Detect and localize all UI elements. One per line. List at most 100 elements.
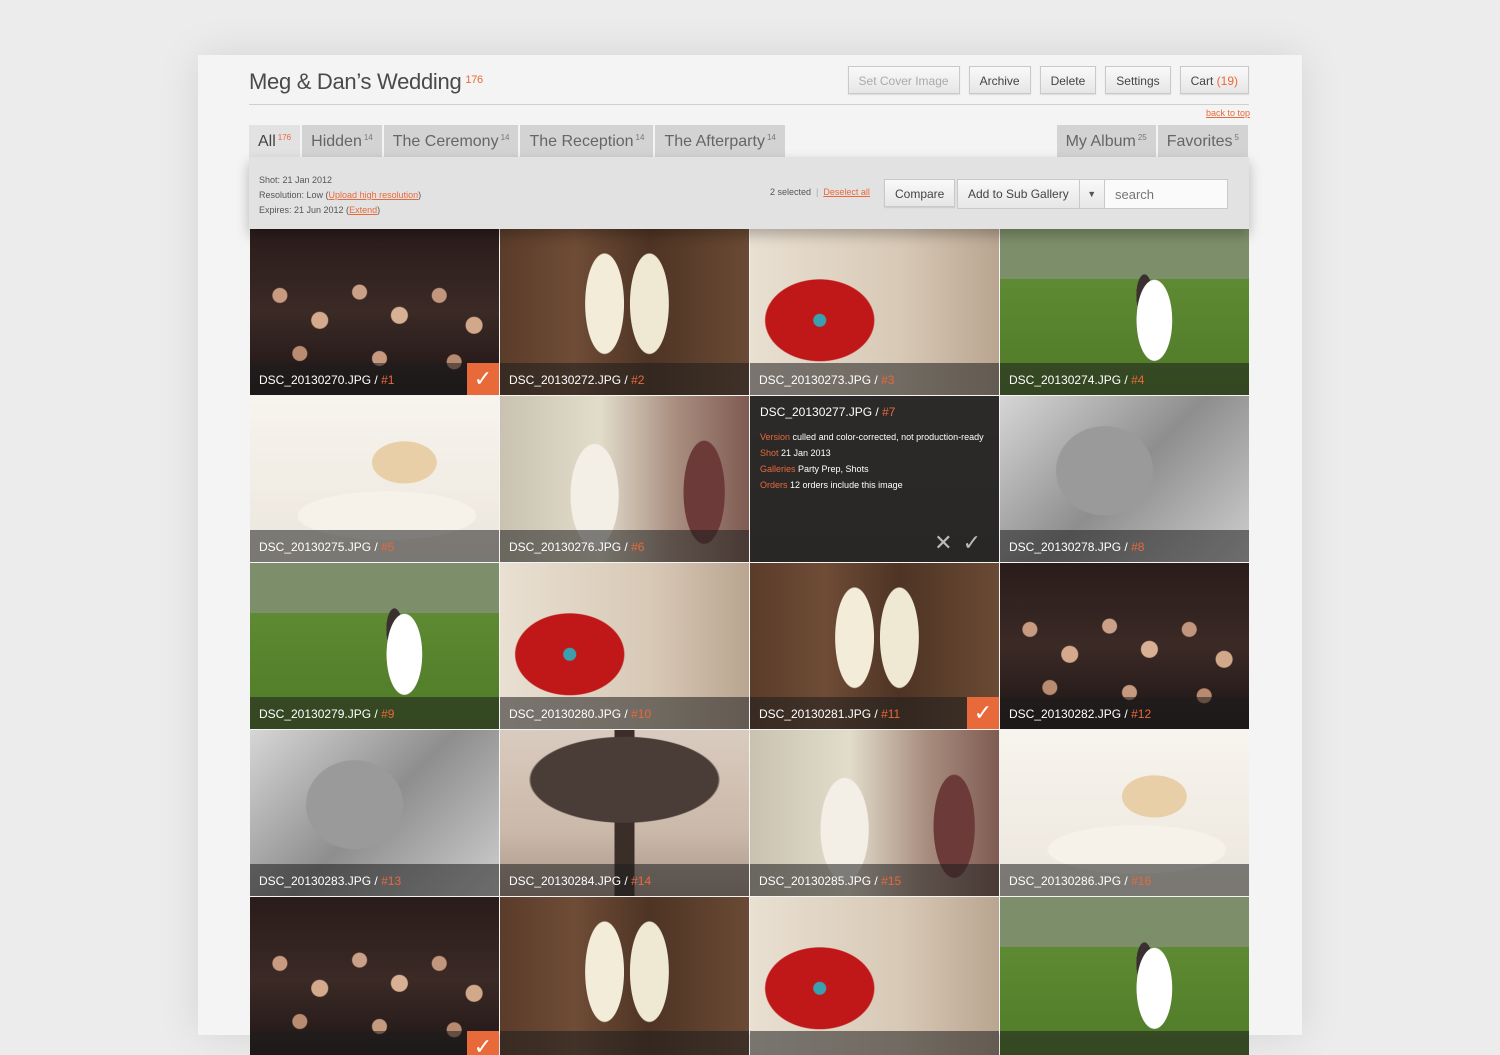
upload-high-resolution-link[interactable]: Upload high resolution — [329, 190, 419, 200]
photo-caption — [250, 1031, 499, 1055]
photo-caption: DSC_20130285.JPG / #15 — [750, 864, 999, 896]
tab-my-album[interactable]: My Album 25 — [1056, 125, 1156, 157]
photo-filename: DSC_20130282.JPG — [1009, 707, 1122, 721]
photo-tile[interactable]: DSC_20130278.JPG / #8 — [1000, 396, 1249, 562]
info-orders: Orders 12 orders include this image — [760, 480, 903, 490]
photo-number: #6 — [631, 540, 645, 554]
tab-the-afterparty[interactable]: The Afterparty 14 — [655, 125, 785, 157]
photo-tile[interactable] — [500, 897, 749, 1055]
checkmark-icon[interactable]: ✓ — [467, 1031, 499, 1055]
extend-link[interactable]: Extend — [349, 205, 377, 215]
photo-caption: DSC_20130272.JPG / #2 — [500, 363, 749, 395]
photo-filename: DSC_20130276.JPG — [509, 540, 622, 554]
photo-filename: DSC_20130275.JPG — [259, 540, 372, 554]
add-to-sub-gallery-dropdown[interactable]: Add to Sub Gallery ▼ — [957, 179, 1105, 209]
photo-filename: DSC_20130280.JPG — [509, 707, 622, 721]
tab-all[interactable]: All 176 — [249, 125, 301, 157]
photo-tile[interactable]: DSC_20130285.JPG / #15 — [750, 730, 999, 896]
photo-tile[interactable]: DSC_20130283.JPG / #13 — [250, 730, 499, 896]
photo-tile[interactable]: DSC_20130280.JPG / #10 — [500, 563, 749, 729]
compare-button[interactable]: Compare — [884, 179, 956, 207]
photo-filename: DSC_20130285.JPG — [759, 874, 872, 888]
photo-tile[interactable] — [750, 897, 999, 1055]
resolution-info: Resolution: Low (Upload high resolution) — [259, 190, 422, 200]
close-icon[interactable]: ✕ — [934, 530, 962, 555]
archive-button[interactable]: Archive — [968, 66, 1031, 94]
tab-label: Hidden — [311, 133, 362, 150]
page-title: Meg & Dan’s Wedding 176 — [249, 69, 483, 94]
photo-tile[interactable] — [1000, 897, 1249, 1055]
separator: | — [816, 187, 819, 197]
photo-tile[interactable]: DSC_20130282.JPG / #12 — [1000, 563, 1249, 729]
photo-caption — [500, 1031, 749, 1055]
tab-count: 5 — [1234, 133, 1239, 142]
back-to-top-link[interactable]: back to top — [1206, 108, 1250, 118]
search-input[interactable] — [1104, 179, 1228, 209]
photo-tile[interactable]: DSC_20130275.JPG / #5 — [250, 396, 499, 562]
title-count: 176 — [465, 74, 483, 86]
photo-number: #14 — [631, 874, 652, 888]
chevron-down-icon[interactable]: ▼ — [1078, 180, 1104, 208]
photo-filename: DSC_20130270.JPG — [259, 373, 372, 387]
cart-button[interactable]: Cart (19) — [1179, 66, 1249, 94]
selection-info: 2 selected | Deselect all — [770, 187, 870, 197]
tab-favorites[interactable]: Favorites 5 — [1157, 125, 1248, 157]
photo-tile[interactable]: DSC_20130286.JPG / #16 — [1000, 730, 1249, 896]
photo-caption — [750, 1031, 999, 1055]
expires-info: Expires: 21 Jun 2012 (Extend) — [259, 205, 381, 215]
photo-caption: DSC_20130283.JPG / #13 — [250, 864, 499, 896]
tab-count: 14 — [766, 133, 776, 142]
photo-filename: DSC_20130274.JPG — [1009, 373, 1122, 387]
photo-tile[interactable]: DSC_20130276.JPG / #6 — [500, 396, 749, 562]
photo-number: #9 — [381, 707, 395, 721]
photo-caption: DSC_20130270.JPG / #1 — [250, 363, 499, 395]
tab-count: 14 — [363, 133, 373, 142]
photo-caption: DSC_20130273.JPG / #3 — [750, 363, 999, 395]
photo-tile[interactable]: DSC_20130270.JPG / #1 ✓ — [250, 229, 499, 395]
checkmark-icon[interactable]: ✓ — [967, 697, 999, 729]
settings-button[interactable]: Settings — [1105, 66, 1171, 94]
checkmark-icon[interactable]: ✓ — [963, 530, 991, 555]
photo-caption: DSC_20130282.JPG / #12 — [1000, 697, 1249, 729]
tab-hidden[interactable]: Hidden 14 — [302, 125, 382, 157]
gallery-header: Meg & Dan’s Wedding 176 Set Cover Image A… — [249, 66, 1249, 105]
tab-label: My Album — [1065, 133, 1136, 150]
gallery-meta: Shot: 21 Jan 2012 Resolution: Low (Uploa… — [259, 173, 421, 218]
photo-tile[interactable]: DSC_20130273.JPG / #3 — [750, 229, 999, 395]
delete-button[interactable]: Delete — [1039, 66, 1097, 94]
gallery-page: Meg & Dan’s Wedding 176 Set Cover Image A… — [198, 55, 1302, 1055]
photo-tile[interactable]: DSC_20130284.JPG / #14 — [500, 730, 749, 896]
photo-number: #10 — [631, 707, 652, 721]
deselect-all-link[interactable]: Deselect all — [823, 187, 870, 197]
photo-filename: DSC_20130273.JPG — [759, 373, 872, 387]
info-shot: Shot 21 Jan 2013 — [760, 448, 831, 458]
photo-number: #4 — [1131, 373, 1145, 387]
photo-number: #1 — [381, 373, 395, 387]
photo-number: #13 — [381, 874, 402, 888]
tab-label: The Ceremony — [392, 133, 499, 150]
photo-filename: DSC_20130278.JPG — [1009, 540, 1122, 554]
set-cover-image-button[interactable]: Set Cover Image — [847, 66, 960, 94]
photo-caption: DSC_20130284.JPG / #14 — [500, 864, 749, 896]
photo-tile[interactable]: DSC_20130274.JPG / #4 — [1000, 229, 1249, 395]
photo-number: #3 — [881, 373, 895, 387]
photo-filename: DSC_20130279.JPG — [259, 707, 372, 721]
cart-count: (19) — [1216, 74, 1238, 88]
photo-tile[interactable]: DSC_20130272.JPG / #2 — [500, 229, 749, 395]
checkmark-icon[interactable]: ✓ — [467, 363, 499, 395]
photo-number: #5 — [381, 540, 395, 554]
tab-the-ceremony[interactable]: The Ceremony 14 — [383, 125, 519, 157]
photo-info-overlay: DSC_20130277.JPG / #7 Version culled and … — [750, 396, 999, 562]
photo-actions: ✕✓ — [934, 530, 991, 556]
tab-label: The Reception — [529, 133, 634, 150]
photo-tile[interactable]: DSC_20130279.JPG / #9 — [250, 563, 499, 729]
add-to-sub-gallery-button[interactable]: Add to Sub Gallery — [958, 180, 1079, 208]
tab-count: 176 — [277, 133, 292, 142]
photo-caption: DSC_20130279.JPG / #9 — [250, 697, 499, 729]
photo-tile[interactable]: ✓ — [250, 897, 499, 1055]
photo-tile[interactable]: DSC_20130277.JPG / #7 Version culled and … — [750, 396, 999, 562]
tab-the-reception[interactable]: The Reception 14 — [520, 125, 654, 157]
photo-tile[interactable]: DSC_20130281.JPG / #11 ✓ — [750, 563, 999, 729]
album-tabs: My Album 25 Favorites 5 — [1056, 125, 1250, 157]
photo-filename: DSC_20130281.JPG — [759, 707, 872, 721]
